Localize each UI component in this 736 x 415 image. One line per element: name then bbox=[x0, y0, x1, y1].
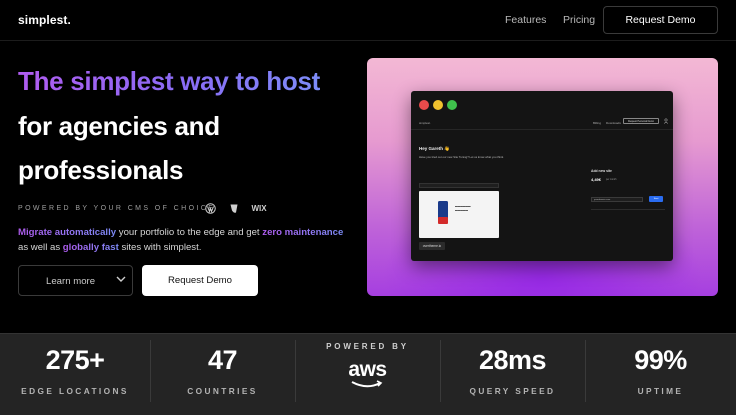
card-line-2: ▬▬▬▬▬ bbox=[455, 209, 468, 212]
preview-app-window: simplest. Billing Downloads Request Pers… bbox=[411, 91, 673, 261]
nav-link-features[interactable]: Features bbox=[505, 14, 546, 26]
powered-by-cms-label: POWERED BY YOUR CMS OF CHOICE bbox=[18, 205, 216, 212]
stats-bar: 275+ EDGE LOCATIONS 47 COUNTRIES POWERED… bbox=[0, 333, 736, 415]
logo[interactable]: simplest. bbox=[18, 13, 71, 27]
stat-edge-locations: 275+ EDGE LOCATIONS bbox=[0, 334, 150, 415]
preview-add-site-title: Add new site bbox=[591, 169, 612, 173]
preview-demo-button: Request Personal Demo bbox=[623, 118, 659, 124]
powered-by-label: POWERED BY bbox=[326, 342, 409, 351]
nav-request-demo-button[interactable]: Request Demo bbox=[603, 6, 718, 34]
hero-headline-line-2: for agencies and bbox=[18, 111, 220, 141]
preview-menu-downloads: Downloads bbox=[606, 121, 621, 125]
wordpress-icon bbox=[204, 202, 216, 215]
preview-menu-billing: Billing bbox=[593, 121, 602, 125]
preview-search-field bbox=[419, 183, 499, 188]
stat-label: COUNTRIES bbox=[187, 386, 258, 396]
preview-domain-input: yourdomain.com bbox=[591, 197, 643, 202]
stat-label: QUERY SPEED bbox=[469, 386, 556, 396]
learn-more-label: Learn more bbox=[46, 276, 96, 287]
desc-text-2: as well as bbox=[18, 241, 63, 253]
stat-value: 47 bbox=[207, 345, 238, 375]
highlight-zero-maintenance: zero maintenance bbox=[262, 227, 344, 238]
preview-side-divider bbox=[591, 209, 665, 210]
stat-uptime: 99% UPTIME bbox=[585, 334, 736, 415]
stat-value: 275+ bbox=[45, 345, 105, 375]
window-minimize-dot bbox=[433, 100, 443, 110]
preview-site-card: ▬▬▬▬▬▬ ▬▬▬▬▬ bbox=[419, 191, 499, 238]
user-icon bbox=[663, 118, 669, 124]
preview-price-suffix: per month bbox=[606, 179, 617, 181]
typo3-icon bbox=[228, 202, 240, 215]
wix-icon: WIX bbox=[251, 204, 267, 213]
phone-mockup-accent bbox=[438, 217, 448, 224]
learn-more-button[interactable]: Learn more bbox=[18, 265, 133, 296]
hero-request-demo-button[interactable]: Request Demo bbox=[142, 265, 258, 296]
highlight-globally-fast: globally fast bbox=[62, 241, 119, 253]
highlight-migrate: Migrate automatically bbox=[18, 227, 117, 238]
hero-headline-gradient: The simplest way to host bbox=[18, 66, 320, 96]
desc-text-1: your portfolio to the edge and get bbox=[116, 227, 263, 238]
preview-divider bbox=[411, 129, 673, 130]
stat-query-speed: 28ms QUERY SPEED bbox=[440, 334, 585, 415]
stat-label: EDGE LOCATIONS bbox=[21, 386, 129, 396]
desc-text-3: sites with simplest. bbox=[118, 241, 202, 253]
stat-value: 28ms bbox=[478, 345, 547, 375]
preview-site-chip: overtheme.io bbox=[419, 242, 445, 250]
top-nav: simplest. Features Pricing Request Demo bbox=[0, 0, 736, 41]
stat-countries: 47 COUNTRIES bbox=[150, 334, 295, 415]
stat-powered-by-aws: POWERED BY aws bbox=[295, 334, 440, 415]
hero-headline-line-3: professionals bbox=[18, 155, 184, 185]
preview-price: 4,49€ bbox=[591, 177, 602, 182]
preview-greeting: Hey Gareth 👋 bbox=[419, 146, 450, 151]
aws-logo: aws bbox=[348, 358, 387, 381]
nav-link-pricing[interactable]: Pricing bbox=[563, 14, 595, 26]
preview-start-button: Start bbox=[649, 196, 663, 202]
window-maximize-dot bbox=[447, 100, 457, 110]
stat-label: UPTIME bbox=[637, 386, 684, 396]
card-line-1: ▬▬▬▬▬▬ bbox=[455, 205, 471, 208]
preview-greeting-sub: Have you tried out our new Site Tuning? … bbox=[419, 155, 504, 159]
preview-logo: simplest. bbox=[419, 121, 431, 125]
stat-value: 99% bbox=[634, 345, 687, 375]
window-close-dot bbox=[419, 100, 429, 110]
chevron-down-icon bbox=[116, 276, 126, 282]
hero-description: Migrate automatically your portfolio to … bbox=[18, 226, 348, 255]
aws-smile-icon bbox=[351, 380, 383, 388]
product-preview: simplest. Billing Downloads Request Pers… bbox=[367, 58, 718, 296]
